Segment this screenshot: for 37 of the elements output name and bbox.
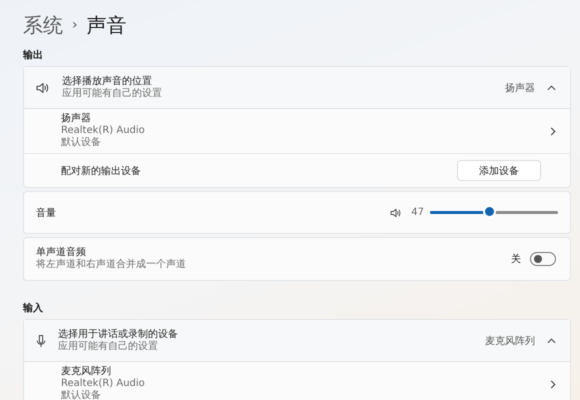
- breadcrumb-separator: ›: [72, 17, 78, 33]
- section-heading: 输出: [23, 48, 44, 62]
- row-title: 音量: [36, 206, 57, 220]
- toggle-state: 关: [511, 252, 521, 266]
- microphone-icon: [36, 334, 46, 348]
- section-heading: 输入: [23, 302, 44, 315]
- selected-device: 麦克风阵列: [485, 334, 535, 348]
- device-name: 麦克风阵列: [61, 366, 112, 378]
- speaker-icon[interactable]: [390, 208, 402, 218]
- chevron-right-icon: [550, 126, 556, 136]
- row-subtitle: 将左声道和右声道合并成一个声道: [36, 259, 187, 271]
- slider-thumb[interactable]: [485, 207, 494, 216]
- add-device-button[interactable]: 添加设备: [457, 160, 541, 181]
- toggle-switch[interactable]: [530, 252, 556, 266]
- breadcrumb-parent[interactable]: 系统: [23, 12, 63, 38]
- chevron-icon[interactable]: [547, 84, 556, 90]
- volume-reading: 47: [411, 207, 424, 218]
- device-driver: Realtek(R) Audio: [61, 378, 146, 390]
- row-subtitle: 应用可能有自己的设置: [62, 88, 163, 100]
- row-title: 配对新的输出设备: [61, 164, 142, 178]
- chevron-right-icon: [550, 380, 556, 388]
- device-picker-row[interactable]: 选择用于讲话或录制的设备 应用可能有自己的设置 麦克风阵列: [24, 320, 570, 362]
- device-name: 扬声器: [61, 113, 92, 125]
- row-title: 选择用于讲话或录制的设备: [58, 328, 179, 340]
- device-status: 默认设备: [61, 137, 102, 149]
- device-status: 默认设备: [61, 390, 102, 400]
- device-row[interactable]: 麦克风阵列 Realtek(R) Audio 默认设备: [24, 362, 570, 400]
- row-title: 单声道音频: [36, 247, 87, 258]
- device-driver: Realtek(R) Audio: [61, 125, 146, 137]
- row-subtitle: 应用可能有自己的设置: [58, 340, 159, 352]
- row-title: 选择播放声音的位置: [62, 76, 153, 88]
- device-row[interactable]: 扬声器 Realtek(R) Audio 默认设备: [24, 109, 570, 154]
- device-picker-row[interactable]: 选择播放声音的位置 应用可能有自己的设置 扬声器: [24, 67, 570, 109]
- page-title: 声音: [86, 12, 127, 38]
- selected-device: 扬声器: [505, 82, 535, 94]
- chevron-icon[interactable]: [547, 338, 556, 344]
- speaker-icon: [36, 82, 50, 94]
